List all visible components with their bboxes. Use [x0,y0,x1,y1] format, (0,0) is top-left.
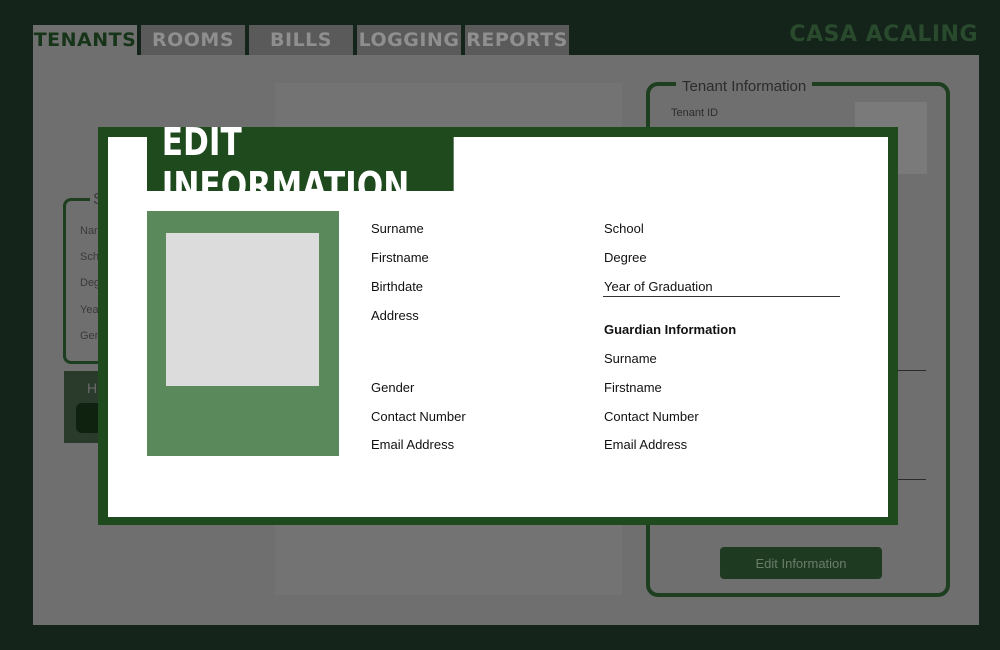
field-gender: Gender [371,380,415,395]
field-guardian-surname: Surname [604,351,657,366]
tenant-information-title: Tenant Information [676,78,813,95]
modal-body: EDIT INFORMATION Surname Firstname Birth… [108,120,888,517]
field-school: School [604,221,644,236]
field-year-of-graduation: Year of Graduation [604,279,713,294]
tab-rooms[interactable]: ROOMS [141,25,245,55]
field-birthdate: Birthdate [371,279,424,294]
tenant-id-label: Tenant ID [671,107,719,119]
tab-reports[interactable]: REPORTS [465,25,569,55]
guardian-information-header: Guardian Information [604,322,737,337]
field-contact-number: Contact Number [371,409,466,424]
search-row-school: Sch [80,251,99,263]
field-guardian-email-address: Email Address [604,437,688,452]
brand-logo: CASA ACALING [789,22,978,47]
tab-bills[interactable]: BILLS [249,25,353,55]
section-divider [603,296,840,297]
field-email-address: Email Address [371,437,455,452]
search-row-name: Nar [80,225,98,237]
modal-title: EDIT INFORMATION [147,120,454,208]
history-label: H [87,380,98,396]
main-tabs: TENANTS ROOMS BILLS LOGGING REPORTS [33,25,569,55]
field-surname: Surname [371,221,424,236]
field-firstname: Firstname [371,250,429,265]
field-degree: Degree [604,250,647,265]
photo-frame [147,211,339,456]
field-address: Address [371,308,419,323]
search-row-year: Yea [80,304,99,316]
field-guardian-firstname: Firstname [604,380,662,395]
edit-information-modal: EDIT INFORMATION Surname Firstname Birth… [98,120,898,525]
field-guardian-contact-number: Contact Number [604,409,699,424]
tab-logging[interactable]: LOGGING [357,25,461,55]
edit-information-button[interactable]: Edit Information [720,547,882,579]
tab-tenants[interactable]: TENANTS [33,25,137,55]
photo-upload-slot[interactable] [166,233,319,386]
